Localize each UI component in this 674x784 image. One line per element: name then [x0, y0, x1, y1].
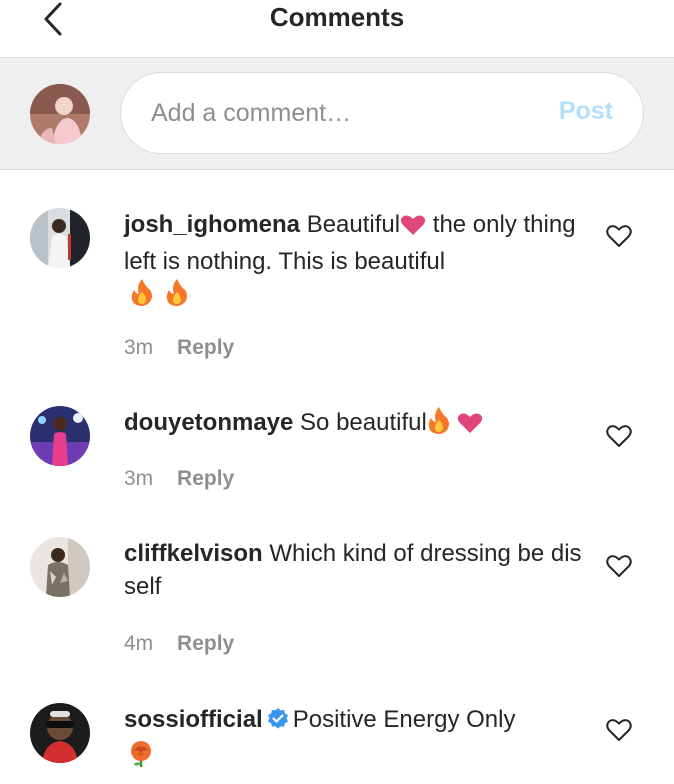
comment-text: Beautiful [306, 211, 401, 238]
comment-body: sossiofficial Positive Energy Only [124, 703, 584, 778]
post-button[interactable]: Post [559, 97, 613, 126]
comment-username[interactable]: sossiofficial [124, 706, 263, 733]
heart-outline-icon [606, 719, 632, 741]
avatar[interactable] [30, 537, 90, 597]
current-user-avatar [30, 84, 90, 144]
comment-body: josh_ighomena Beautiful the only thing l… [124, 208, 584, 315]
like-button[interactable] [606, 554, 632, 578]
fire-emoji-icon [130, 278, 154, 315]
comment-username[interactable]: douyetonmaye [124, 409, 293, 436]
avatar[interactable] [30, 703, 90, 763]
comment-input[interactable] [151, 95, 531, 131]
comment-body: douyetonmaye So beautiful [124, 406, 584, 443]
heart-emoji-icon [457, 410, 483, 443]
comment-username[interactable]: cliffkelvison [124, 540, 263, 567]
fire-emoji-icon [427, 406, 451, 443]
like-button[interactable] [606, 718, 632, 742]
heart-outline-icon [606, 555, 632, 577]
comment-username[interactable]: josh_ighomena [124, 211, 300, 238]
like-button[interactable] [606, 224, 632, 248]
comment-text: Positive Energy Only [292, 706, 516, 733]
reply-button[interactable]: Reply [177, 467, 234, 490]
comment-meta: 3m Reply [124, 336, 234, 360]
avatar[interactable] [30, 406, 90, 466]
comment-text: So beautiful [300, 409, 427, 436]
rose-emoji-icon [126, 739, 156, 778]
heart-outline-icon [606, 425, 632, 447]
comment-body: cliffkelvison Which kind of dressing be … [124, 537, 584, 603]
reply-button[interactable]: Reply [177, 336, 234, 359]
comment-timestamp: 3m [124, 336, 154, 359]
header-bar: Comments [0, 0, 674, 58]
comment-timestamp: 4m [124, 632, 154, 655]
comment-composer: Post [0, 58, 674, 170]
reply-button[interactable]: Reply [177, 632, 234, 655]
page-title: Comments [269, 2, 405, 32]
comment-input-container: Post [120, 72, 644, 154]
avatar[interactable] [30, 208, 90, 268]
comment-meta: 4m Reply [124, 632, 234, 656]
comment-timestamp: 3m [124, 467, 154, 490]
like-button[interactable] [606, 424, 632, 448]
heart-outline-icon [606, 225, 632, 247]
comment-meta: 3m Reply [124, 467, 234, 491]
fire-emoji-icon [165, 278, 189, 315]
heart-emoji-icon [400, 212, 426, 245]
verified-badge-icon [267, 706, 289, 739]
